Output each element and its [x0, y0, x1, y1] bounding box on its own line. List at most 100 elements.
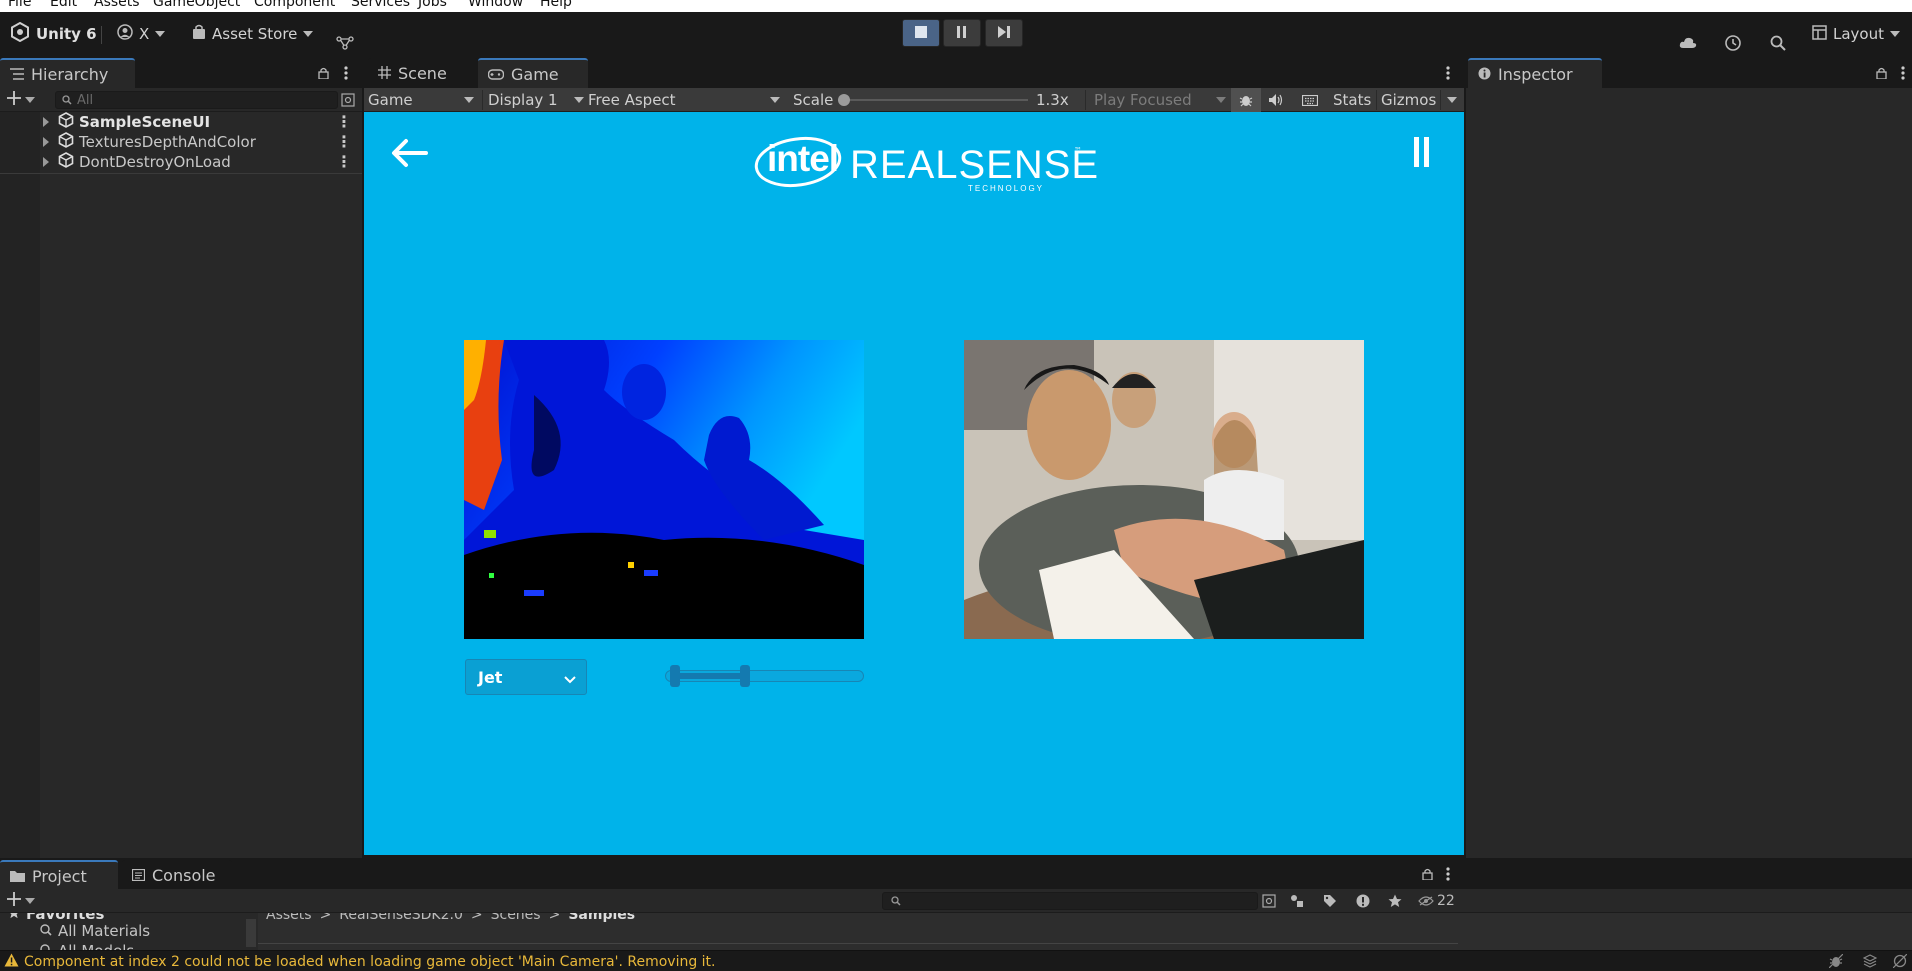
layout-label: Layout [1833, 25, 1884, 43]
play-button[interactable] [902, 19, 940, 47]
chevron-down-icon[interactable] [1447, 97, 1457, 103]
label-tag-icon[interactable] [1321, 893, 1339, 909]
more-options-icon[interactable]: ⋮ [336, 134, 352, 150]
stats-button[interactable]: Stats [1333, 90, 1371, 110]
unity-version-button[interactable]: Unity 6 [10, 20, 97, 48]
hidden-count: 22 [1437, 893, 1455, 909]
hierarchy-item[interactable]: SampleSceneUI ⋮ [0, 112, 362, 132]
trademark-symbol: ™ [1074, 146, 1082, 155]
menu-gameobject[interactable]: GameObject [153, 0, 240, 10]
menu-file[interactable]: File [8, 0, 31, 10]
more-options-icon[interactable] [1441, 866, 1455, 882]
menu-component[interactable]: Component [254, 0, 335, 10]
tab-console[interactable]: Console [122, 860, 232, 890]
menu-services[interactable]: Services [351, 0, 410, 10]
aspect-dropdown[interactable]: Free Aspect [588, 90, 780, 110]
depth-range-fill [675, 673, 746, 679]
lock-icon[interactable] [1420, 867, 1434, 881]
menu-edit[interactable]: Edit [50, 0, 77, 10]
lock-icon[interactable] [316, 66, 330, 80]
pause-button[interactable] [943, 19, 981, 47]
breadcrumb-item[interactable]: RealSenseSDK2.0 [339, 913, 463, 923]
menu-help[interactable]: Help [540, 0, 572, 10]
hierarchy-search-field[interactable]: All [55, 91, 338, 109]
favorite-item[interactable]: All Models [40, 942, 134, 950]
history-icon[interactable] [1721, 32, 1745, 54]
hierarchy-item[interactable]: DontDestroyOnLoad ⋮ [0, 152, 362, 172]
tab-inspector[interactable]: Inspector [1468, 58, 1602, 88]
hidden-packages-toggle[interactable]: 22 [1418, 892, 1455, 910]
tab-hierarchy[interactable]: Hierarchy [0, 58, 135, 88]
game-view[interactable]: intel REALSENSE ™ TECHNOLOGY Jet [364, 112, 1464, 855]
more-options-icon[interactable] [1441, 65, 1455, 81]
scale-slider-thumb[interactable] [838, 94, 850, 106]
unity-version-label: Unity 6 [36, 25, 97, 43]
star-icon[interactable] [1386, 893, 1404, 909]
menu-window[interactable]: Window [468, 0, 523, 10]
warning-filter-icon[interactable] [1354, 893, 1372, 909]
breadcrumb-item[interactable]: Scenes [491, 913, 541, 923]
version-control-icon[interactable] [334, 32, 356, 54]
gizmos-button[interactable]: Gizmos [1381, 90, 1436, 110]
cloud-icon[interactable] [1676, 32, 1700, 54]
search-icon[interactable] [1766, 32, 1790, 54]
plus-icon [7, 91, 21, 109]
pause-icon[interactable] [1410, 136, 1434, 168]
asset-store-button[interactable]: Asset Store [192, 20, 314, 48]
hierarchy-item[interactable]: TexturesDepthAndColor ⋮ [0, 132, 362, 152]
expand-arrow-icon[interactable] [43, 157, 49, 167]
progress-icon[interactable] [1860, 953, 1880, 969]
expand-arrow-icon[interactable] [43, 117, 49, 127]
menu-assets[interactable]: Assets [94, 0, 140, 10]
folder-icon [10, 867, 25, 886]
layout-dropdown[interactable]: Layout [1812, 20, 1900, 48]
breadcrumb-item[interactable]: Assets [266, 913, 312, 923]
hierarchy-tabbar: Hierarchy [0, 56, 362, 88]
play-focused-dropdown[interactable]: Play Focused [1094, 90, 1226, 110]
status-message[interactable]: Component at index 2 could not be loaded… [24, 954, 716, 970]
keyboard-icon[interactable] [1297, 90, 1323, 110]
bug-icon[interactable] [1231, 88, 1261, 112]
eye-icon [1418, 892, 1434, 910]
lock-icon[interactable] [1874, 66, 1888, 80]
colormap-dropdown[interactable]: Jet [465, 659, 587, 695]
toolbar-divider [1440, 90, 1441, 110]
depth-range-slider[interactable] [665, 670, 864, 682]
breadcrumb-item[interactable]: Samples [568, 913, 635, 923]
more-options-icon[interactable]: ⋮ [336, 114, 352, 130]
range-min-handle[interactable] [669, 665, 680, 687]
favorite-item[interactable]: All Materials [40, 922, 150, 940]
expand-arrow-icon[interactable] [43, 137, 49, 147]
tab-project[interactable]: Project [0, 860, 118, 890]
scene-search-icon[interactable] [340, 92, 356, 108]
chevron-down-icon [564, 671, 576, 689]
mute-audio-icon[interactable] [1263, 90, 1289, 110]
display-dropdown[interactable]: Display 1 [488, 90, 584, 110]
gamepad-icon [487, 65, 505, 84]
filter-type-icon[interactable] [1288, 893, 1306, 909]
game-mode-dropdown[interactable]: Game [368, 90, 478, 110]
scale-slider-track[interactable] [844, 99, 1028, 101]
auto-generate-icon[interactable] [1890, 953, 1910, 969]
step-button[interactable] [985, 19, 1023, 47]
tab-game[interactable]: Game [478, 58, 588, 88]
back-arrow-icon[interactable] [389, 136, 429, 170]
debug-mode-icon[interactable] [1826, 953, 1846, 969]
search-options-icon[interactable] [1260, 893, 1278, 909]
account-button[interactable]: X [117, 20, 166, 48]
add-object-button[interactable] [6, 91, 36, 109]
range-max-handle[interactable] [739, 665, 750, 687]
star-icon [8, 913, 20, 923]
more-options-icon[interactable]: ⋮ [336, 154, 352, 170]
tab-scene[interactable]: Scene [368, 58, 478, 88]
chevron-down-icon [464, 97, 474, 103]
more-options-icon[interactable] [339, 65, 353, 81]
more-options-icon[interactable] [1896, 65, 1910, 81]
hierarchy-item-label: SampleSceneUI [79, 113, 211, 131]
contents-divider [258, 943, 1458, 944]
create-asset-button[interactable] [6, 892, 36, 910]
tree-scrollbar[interactable] [246, 919, 256, 947]
asset-store-label: Asset Store [212, 25, 298, 43]
project-search-field[interactable] [882, 892, 1258, 910]
menu-jobs[interactable]: Jobs [418, 0, 447, 10]
